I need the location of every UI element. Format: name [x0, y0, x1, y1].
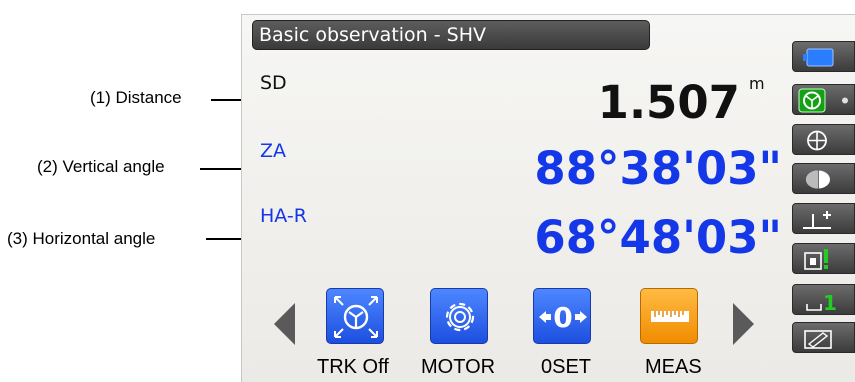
- horizontal-angle-value: 68°48'03": [534, 211, 782, 264]
- input-mode-icon: [804, 330, 832, 349]
- tracking-icon: [334, 296, 378, 338]
- meas-label: MEAS: [645, 356, 702, 378]
- motor-button[interactable]: [430, 288, 488, 344]
- status-laser[interactable]: [792, 124, 855, 155]
- distance-value: 1.507: [597, 76, 740, 129]
- za-label: ZA: [260, 140, 287, 162]
- status-memory[interactable]: [792, 243, 855, 274]
- zero-set-icon: 0: [539, 301, 587, 334]
- page-icon: 1: [806, 291, 837, 315]
- memory-icon: [804, 249, 828, 270]
- ha-r-label: HA-R: [260, 205, 307, 227]
- zero-set-button[interactable]: 0: [533, 288, 591, 344]
- status-battery[interactable]: [792, 41, 855, 72]
- gear-icon: [445, 302, 475, 332]
- distance-unit: m: [749, 74, 765, 93]
- scroll-left-arrow-icon[interactable]: [271, 301, 297, 347]
- svg-text:0: 0: [553, 301, 572, 334]
- ruler-icon: [651, 311, 689, 322]
- trk-off-label: TRK Off: [317, 356, 389, 378]
- tilt-correction-icon: [803, 211, 831, 229]
- trk-off-button[interactable]: [326, 288, 384, 344]
- annotation-vertical-angle: (2) Vertical angle: [37, 157, 165, 176]
- laser-icon: [807, 130, 827, 151]
- sd-label: SD: [260, 72, 287, 94]
- target-type-icon: [798, 88, 848, 113]
- svg-text:1: 1: [823, 291, 837, 315]
- status-page[interactable]: 1: [792, 284, 855, 315]
- annotation-horizontal-angle: (3) Horizontal angle: [7, 229, 156, 248]
- meas-button[interactable]: [640, 288, 698, 344]
- vertical-angle-value: 88°38'03": [534, 142, 782, 195]
- motor-label: MOTOR: [421, 356, 496, 378]
- zero-set-label: 0SET: [541, 356, 592, 378]
- scroll-right-arrow-icon[interactable]: [731, 301, 757, 347]
- status-prism[interactable]: [792, 163, 855, 194]
- screen-title: Basic observation - SHV: [252, 20, 650, 50]
- status-target[interactable]: [792, 84, 855, 115]
- prism-constant-icon: [806, 170, 830, 189]
- battery-icon: [803, 48, 834, 67]
- annotation-distance: (1) Distance: [90, 88, 182, 107]
- status-input[interactable]: [792, 322, 855, 353]
- status-tilt[interactable]: [792, 203, 855, 234]
